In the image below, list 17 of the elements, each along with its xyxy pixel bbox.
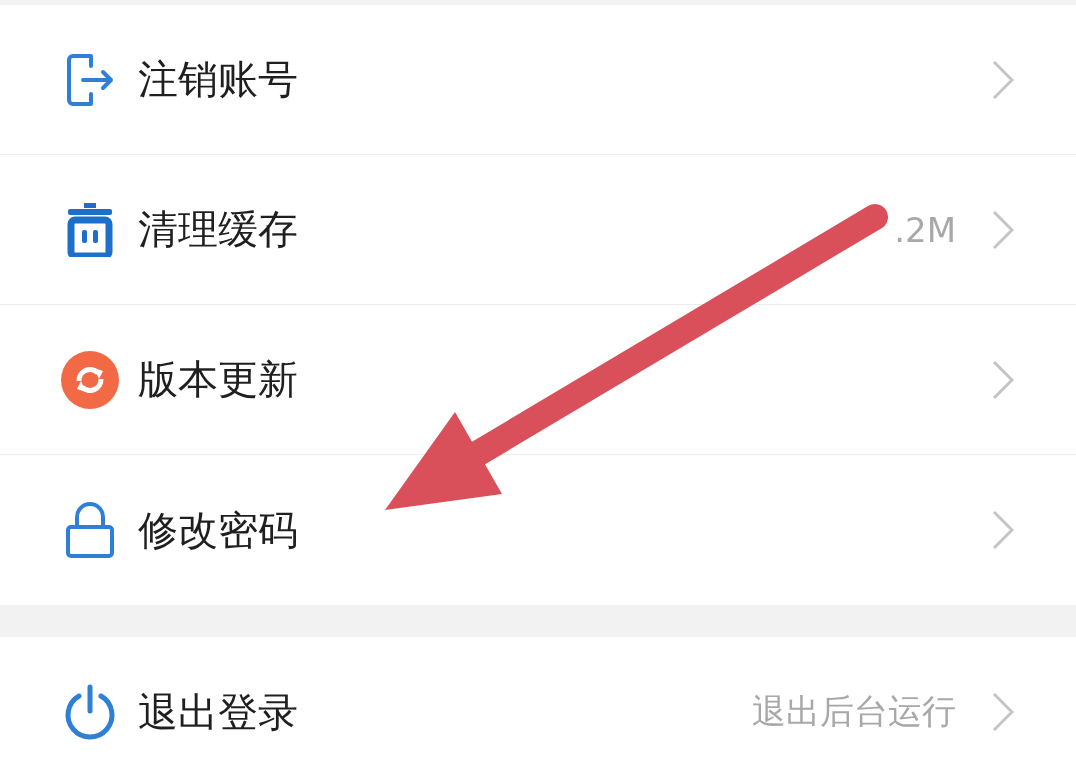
exit-icon — [65, 51, 115, 108]
row-label: 清理缓存 — [138, 205, 299, 254]
row-value: .2M — [894, 209, 956, 250]
row-value: 退出后台运行 — [752, 690, 956, 733]
chevron-icon — [992, 59, 1014, 100]
power-icon — [63, 684, 117, 740]
chevron-icon — [992, 209, 1014, 250]
chevron-icon — [992, 510, 1014, 550]
lock-icon — [65, 501, 115, 559]
row-label: 退出登录 — [138, 687, 299, 737]
row-label: 注销账号 — [138, 55, 299, 104]
trash-icon — [67, 202, 113, 257]
chevron-icon — [992, 692, 1014, 732]
refresh-icon — [61, 350, 119, 409]
chevron-icon — [992, 359, 1014, 400]
row-label: 修改密码 — [138, 505, 299, 555]
row-label: 版本更新 — [138, 355, 299, 404]
